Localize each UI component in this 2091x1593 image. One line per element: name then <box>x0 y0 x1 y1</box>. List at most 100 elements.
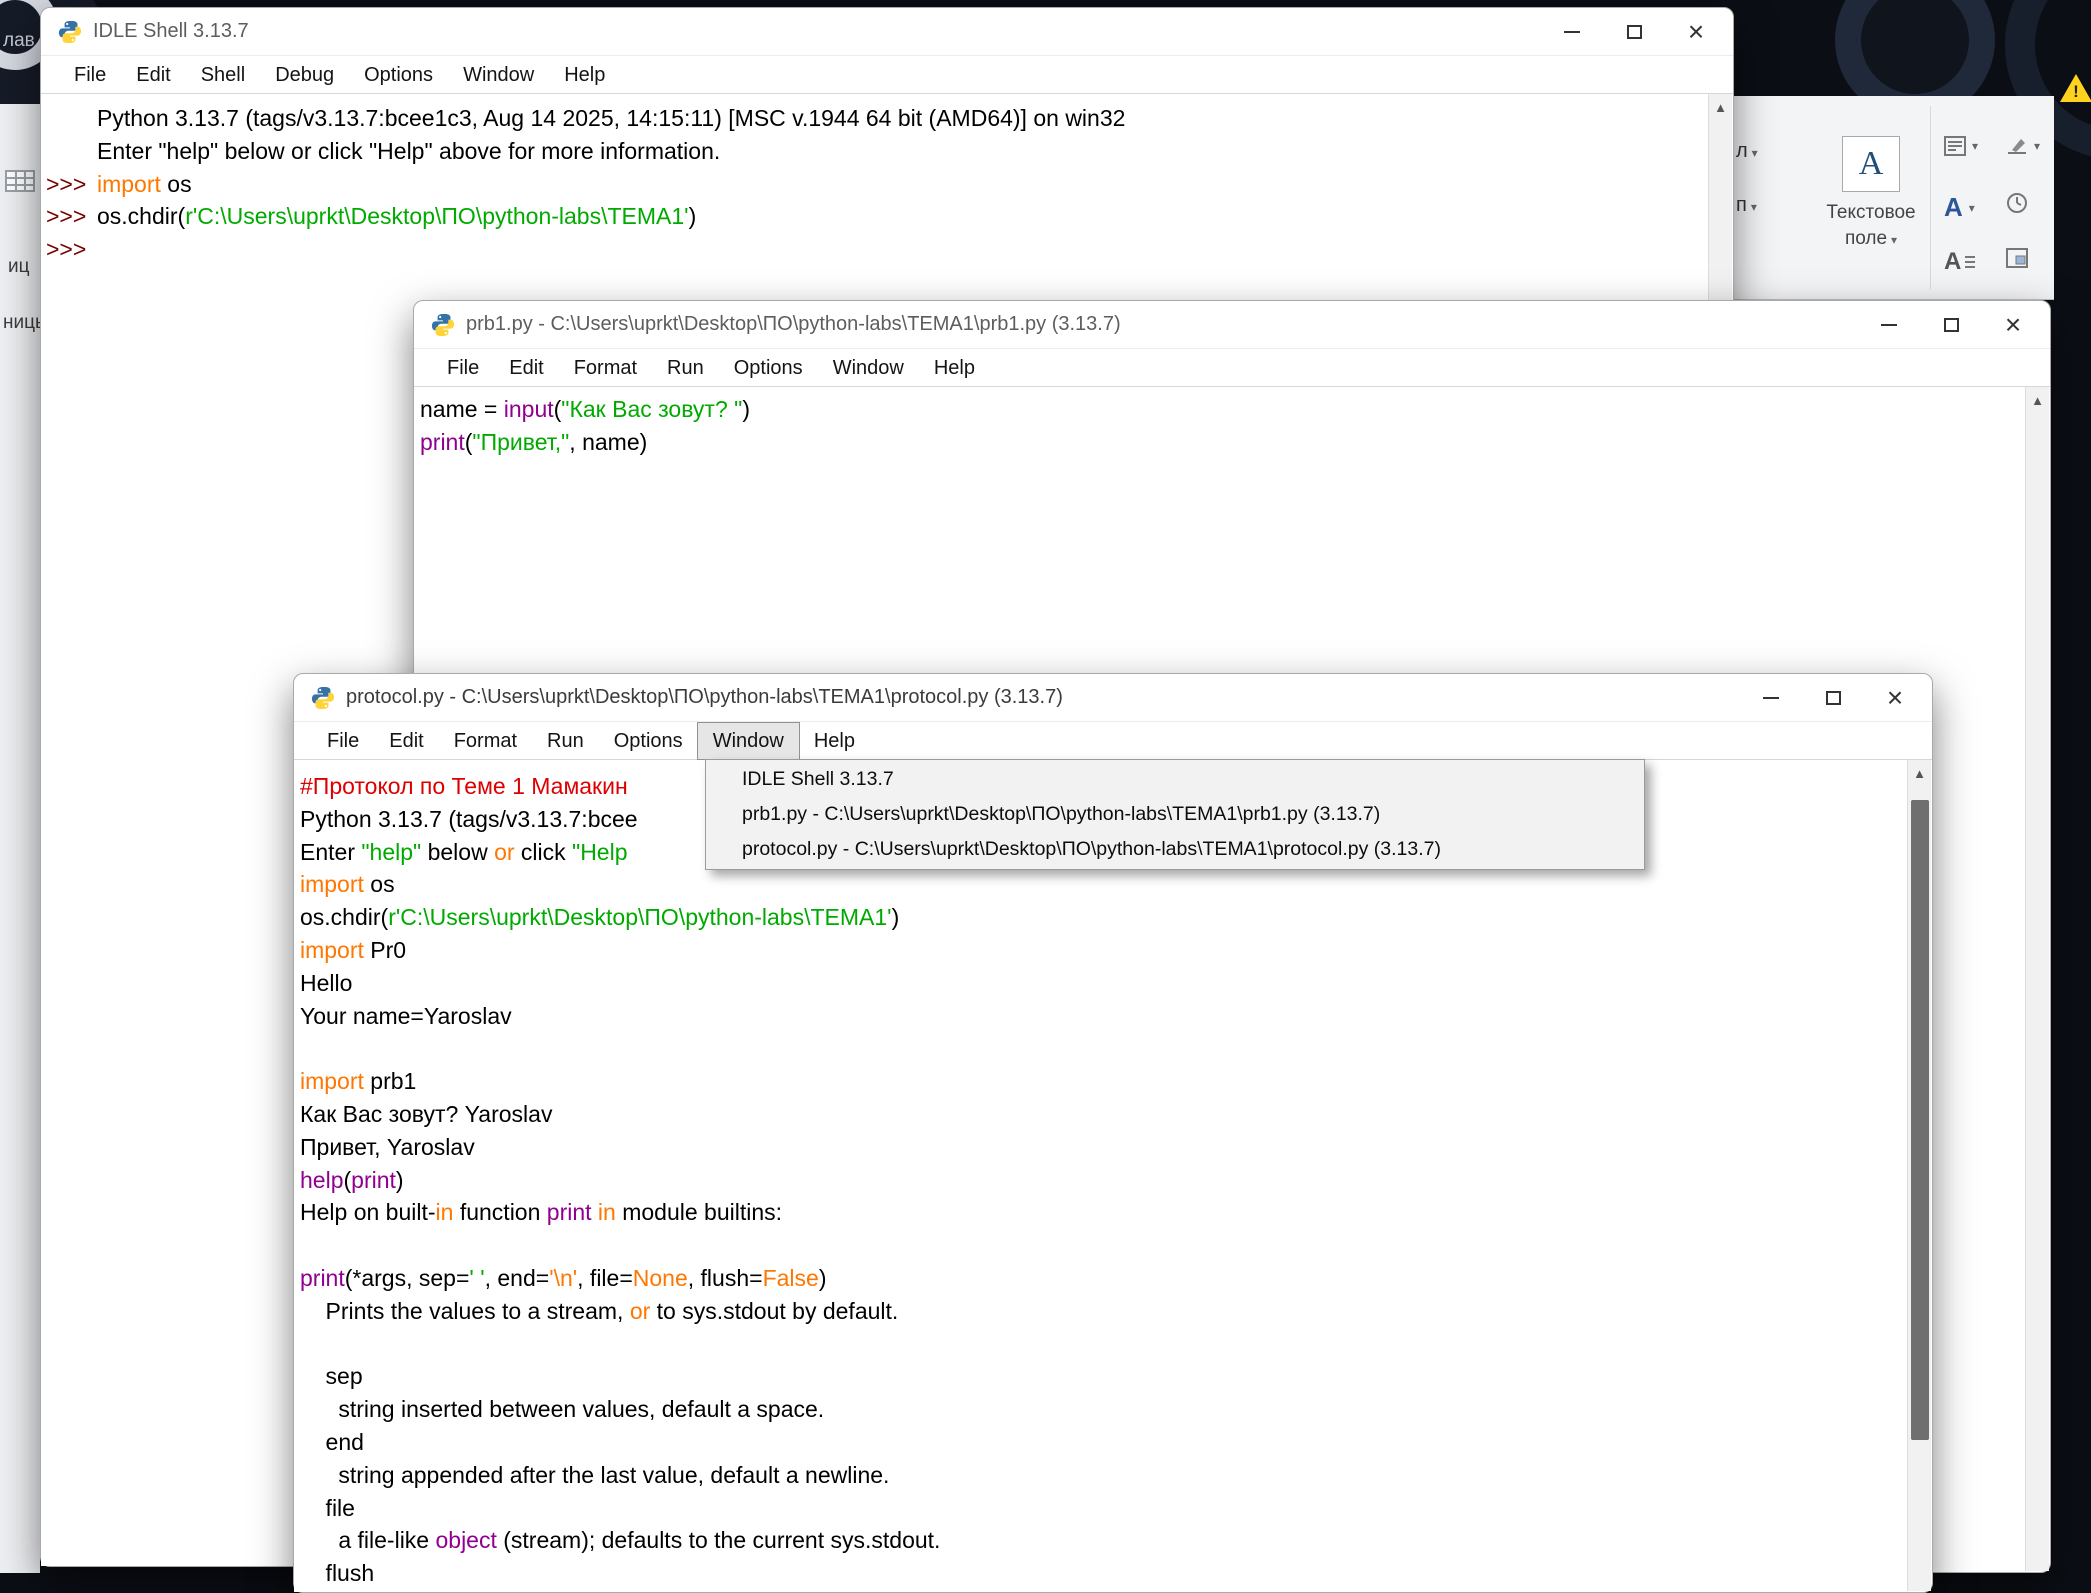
warning-exclamation: ! <box>2073 82 2079 102</box>
window-title: IDLE Shell 3.13.7 <box>93 20 249 43</box>
protocol-menu-file[interactable]: File <box>312 723 374 759</box>
code-line: flush <box>300 1557 1907 1590</box>
chevron-down-icon: ▾ <box>2034 139 2040 153</box>
protocol-menu-help[interactable]: Help <box>799 723 870 759</box>
close-icon: × <box>2005 311 2021 339</box>
code-line: >>>import os <box>41 168 1708 201</box>
shell-minimize-button[interactable] <box>1541 8 1603 56</box>
ribbon-fragment-label-1: л <box>1736 140 1748 162</box>
shell-menu-shell[interactable]: Shell <box>186 57 260 93</box>
code-line: string appended after the last value, de… <box>300 1459 1907 1492</box>
code-line: string inserted between values, default … <box>300 1393 1907 1426</box>
shell-maximize-button[interactable] <box>1603 8 1665 56</box>
protocol-menu-run[interactable]: Run <box>532 723 599 759</box>
protocol-editor-area[interactable]: #Протокол по Теме 1 МамакинPython 3.13.7… <box>294 760 1907 1592</box>
window-title: protocol.py - C:\Users\uprkt\Desktop\ПО\… <box>346 686 1063 709</box>
date-time-icon[interactable] <box>2006 192 2028 214</box>
protocol-menu-edit[interactable]: Edit <box>374 723 438 759</box>
text-box-label: Текстовое поле▾ <box>1818 200 1924 253</box>
shell-menu-edit[interactable]: Edit <box>121 57 185 93</box>
protocol-menu-window[interactable]: Window <box>698 723 799 759</box>
prb1-minimize-button[interactable] <box>1858 301 1920 349</box>
table-icon <box>5 170 35 192</box>
code-line <box>300 1229 1907 1262</box>
shell-menu-file[interactable]: File <box>59 57 121 93</box>
code-line: Your name=Yaroslav <box>300 1000 1907 1033</box>
chevron-down-icon: ▾ <box>1969 201 1975 215</box>
prb1-menubar: FileEditFormatRunOptionsWindowHelp <box>414 349 2050 387</box>
protocol-titlebar[interactable]: protocol.py - C:\Users\uprkt\Desktop\ПО\… <box>294 674 1932 722</box>
text-box-button[interactable]: A Текстовое поле▾ <box>1818 136 1924 253</box>
protocol-scrollbar[interactable]: ▲ <box>1907 760 1931 1591</box>
close-icon: × <box>1688 18 1704 46</box>
prb1-close-button[interactable]: × <box>1982 301 2044 349</box>
code-line: import os <box>300 868 1907 901</box>
protocol-minimize-button[interactable] <box>1740 674 1802 722</box>
background-text-fragment-mid: иц <box>8 256 30 278</box>
shell-menu-help[interactable]: Help <box>549 57 620 93</box>
protocol-menu-format[interactable]: Format <box>439 723 532 759</box>
protocol-maximize-button[interactable] <box>1802 674 1864 722</box>
word-ribbon-fragment: л▾ п▾ A Текстовое поле▾ ▾ ▾ A ▾ A <box>1690 96 2054 300</box>
code-line: Enter "help" below or click "Help" above… <box>41 135 1708 168</box>
code-line: import Pr0 <box>300 934 1907 967</box>
shell-titlebar[interactable]: IDLE Shell 3.13.7 × <box>41 8 1733 56</box>
window-menu-popup: IDLE Shell 3.13.7prb1.py - C:\Users\uprk… <box>705 759 1645 870</box>
prb1-menu-run[interactable]: Run <box>652 350 719 386</box>
window-menu-item-protocol-py-c-users-uprkt-desktop-python[interactable]: protocol.py - C:\Users\uprkt\Desktop\ПО\… <box>706 832 1644 867</box>
code-line: Hello <box>300 967 1907 1000</box>
wordart-letter: A <box>1944 192 1963 223</box>
ribbon-group-separator <box>1930 106 1931 289</box>
prb1-menu-format[interactable]: Format <box>559 350 652 386</box>
maximize-icon <box>1826 691 1841 705</box>
ribbon-dropdown-fragment-2[interactable]: п▾ <box>1736 194 1757 217</box>
signature-line-icon[interactable]: ▾ <box>2006 136 2040 156</box>
window-menu-item-prb1-py-c-users-uprkt-desktop-python-lab[interactable]: prb1.py - C:\Users\uprkt\Desktop\ПО\pyth… <box>706 797 1644 832</box>
code-line: >>> <box>41 233 1708 266</box>
minimize-icon <box>1564 31 1580 33</box>
shell-close-button[interactable]: × <box>1665 8 1727 56</box>
ribbon-fragment-label-2: п <box>1736 194 1747 216</box>
code-line: end <box>300 1426 1907 1459</box>
code-line: a file-like object (stream); defaults to… <box>300 1524 1907 1557</box>
protocol-close-button[interactable]: × <box>1864 674 1926 722</box>
code-line: help(print) <box>300 1164 1907 1197</box>
prb1-menu-file[interactable]: File <box>432 350 494 386</box>
code-line: name = input("Как Вас зовут? ") <box>420 393 2025 426</box>
drop-cap-icon[interactable]: A <box>1944 248 1975 276</box>
window-menu-item-idle-shell-3-13-7[interactable]: IDLE Shell 3.13.7 <box>706 762 1644 797</box>
prb1-menu-window[interactable]: Window <box>818 350 919 386</box>
code-line: file <box>300 1492 1907 1525</box>
shell-menu-options[interactable]: Options <box>349 57 448 93</box>
object-icon[interactable] <box>2006 248 2028 268</box>
shell-menu-window[interactable]: Window <box>448 57 549 93</box>
protocol-menu-options[interactable]: Options <box>599 723 698 759</box>
prb1-scrollbar[interactable]: ▲ <box>2025 387 2049 1571</box>
protocol-menubar: FileEditFormatRunOptionsWindowHelp <box>294 722 1932 760</box>
prb1-maximize-button[interactable] <box>1920 301 1982 349</box>
shell-prompt: >>> <box>41 233 97 266</box>
prb1-menu-help[interactable]: Help <box>919 350 990 386</box>
shell-menu-debug[interactable]: Debug <box>260 57 349 93</box>
background-text-fragment-top: лав <box>3 30 35 52</box>
scroll-up-icon[interactable]: ▲ <box>2031 393 2044 1571</box>
ribbon-text-group-icons: ▾ ▾ A ▾ A <box>1944 136 2054 296</box>
code-line <box>300 1328 1907 1361</box>
ribbon-dropdown-fragment-1[interactable]: л▾ <box>1736 140 1758 163</box>
wordart-icon[interactable]: A ▾ <box>1944 192 1975 223</box>
minimize-icon <box>1763 697 1779 699</box>
drop-cap-letter: A <box>1944 248 1961 276</box>
chevron-down-icon: ▾ <box>1752 146 1758 160</box>
code-line: print("Привет,", name) <box>420 426 2025 459</box>
code-line: Help on built-in function print in modul… <box>300 1196 1907 1229</box>
prb1-titlebar[interactable]: prb1.py - C:\Users\uprkt\Desktop\ПО\pyth… <box>414 301 2050 349</box>
background-text-fragment-bottom: ницы <box>3 312 40 334</box>
prb1-menu-edit[interactable]: Edit <box>494 350 558 386</box>
code-line: import prb1 <box>300 1065 1907 1098</box>
code-line: Привет, Yaroslav <box>300 1131 1907 1164</box>
scrollbar-thumb[interactable] <box>1911 800 1929 1440</box>
prb1-menu-options[interactable]: Options <box>719 350 818 386</box>
quick-parts-icon[interactable]: ▾ <box>1944 136 1978 156</box>
code-line: print(*args, sep=' ', end='\n', file=Non… <box>300 1262 1907 1295</box>
chevron-down-icon: ▾ <box>1751 200 1757 214</box>
